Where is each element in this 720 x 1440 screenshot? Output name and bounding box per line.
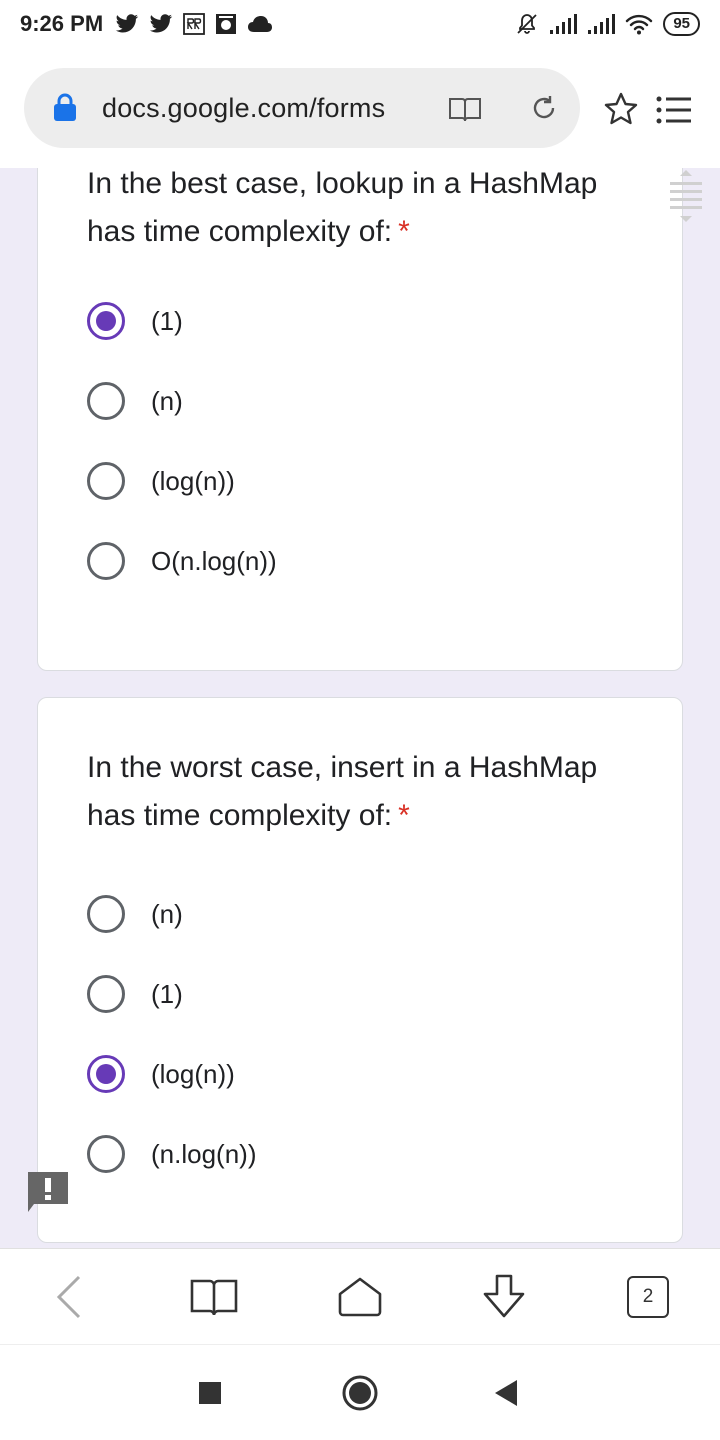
option-label: (1) <box>151 305 183 336</box>
wifi-icon <box>626 14 653 35</box>
home-button[interactable] <box>336 1273 384 1321</box>
download-icon <box>483 1274 525 1318</box>
system-back-button[interactable] <box>486 1373 526 1413</box>
question-card: In the best case, lookup in a HashMap ha… <box>37 168 683 671</box>
status-left: 9:26 PM <box>20 11 273 37</box>
radio-option[interactable]: (1) <box>87 299 183 343</box>
bell-off-icon <box>517 14 537 34</box>
scroll-handle-icon[interactable] <box>666 168 706 226</box>
radio-option[interactable]: (n) <box>87 379 183 423</box>
option-label: (n) <box>151 385 183 416</box>
app-rr-icon <box>183 13 206 35</box>
radio-checked-icon[interactable] <box>87 1055 125 1093</box>
app-gallery-icon <box>216 14 237 34</box>
question-card: In the worst case, insert in a HashMap h… <box>37 697 683 1243</box>
notification-icons <box>115 13 273 35</box>
radio-option[interactable]: (n.log(n)) <box>87 1132 256 1176</box>
radio-option[interactable]: (log(n)) <box>87 459 235 503</box>
back-button[interactable] <box>46 1273 94 1321</box>
bookmarks-button[interactable] <box>190 1273 238 1321</box>
status-right: 95 <box>515 12 700 36</box>
radio-unchecked-icon[interactable] <box>87 382 125 420</box>
bookmarks-icon <box>190 1279 238 1316</box>
radio-unchecked-icon[interactable] <box>87 542 125 580</box>
recents-icon <box>199 1382 221 1404</box>
home-icon <box>338 1277 382 1317</box>
signal-icon <box>588 14 616 34</box>
required-mark: * <box>398 799 410 832</box>
system-nav-bar <box>0 1344 720 1440</box>
twitter-icon <box>115 14 139 33</box>
recents-button[interactable] <box>190 1373 230 1413</box>
option-label: (1) <box>151 978 183 1009</box>
refresh-icon[interactable] <box>528 92 560 124</box>
option-label: (n.log(n)) <box>151 1138 257 1169</box>
star-icon[interactable] <box>604 92 638 126</box>
tabs-icon: 2 <box>627 1276 669 1318</box>
radio-unchecked-icon[interactable] <box>87 895 125 933</box>
radio-option[interactable]: (log(n)) <box>87 1052 235 1096</box>
radio-unchecked-icon[interactable] <box>87 975 125 1013</box>
download-button[interactable] <box>480 1273 528 1321</box>
radio-option[interactable]: (1) <box>87 972 183 1016</box>
browser-toolbar: 2 <box>0 1248 720 1344</box>
option-label: O(n.log(n)) <box>151 545 277 576</box>
back-triangle-icon <box>495 1380 517 1406</box>
twitter-icon <box>149 14 173 33</box>
option-label: (log(n)) <box>151 465 235 496</box>
signal-icon <box>550 14 578 34</box>
radio-option[interactable]: (n) <box>87 892 183 936</box>
question-title: In the best case, lookup in a HashMap ha… <box>87 168 598 248</box>
option-label: (n) <box>151 898 183 929</box>
radio-option[interactable]: O(n.log(n)) <box>87 539 277 583</box>
home-circle-icon <box>342 1375 378 1411</box>
status-time: 9:26 PM <box>20 11 104 36</box>
radio-unchecked-icon[interactable] <box>87 462 125 500</box>
system-home-button[interactable] <box>340 1373 380 1413</box>
radio-unchecked-icon[interactable] <box>87 1135 125 1173</box>
cloud-icon <box>248 16 273 32</box>
tabs-button[interactable]: 2 <box>624 1273 672 1321</box>
url-text[interactable]: docs.google.com/forms <box>102 93 385 124</box>
report-issue-icon[interactable] <box>28 1172 68 1212</box>
form-content[interactable]: In the best case, lookup in a HashMap ha… <box>0 168 720 1248</box>
menu-icon[interactable] <box>656 96 692 124</box>
option-label: (log(n)) <box>151 1058 235 1089</box>
reader-mode-icon[interactable] <box>448 95 482 123</box>
lock-icon[interactable] <box>52 92 78 122</box>
required-mark: * <box>398 215 410 248</box>
radio-checked-icon[interactable] <box>87 302 125 340</box>
question-title: In the worst case, insert in a HashMap h… <box>87 751 598 832</box>
status-bar: 9:26 PM 95 <box>0 0 720 48</box>
back-icon <box>56 1275 81 1319</box>
battery-icon: 95 <box>663 12 700 36</box>
address-bar[interactable]: docs.google.com/forms <box>24 68 580 148</box>
